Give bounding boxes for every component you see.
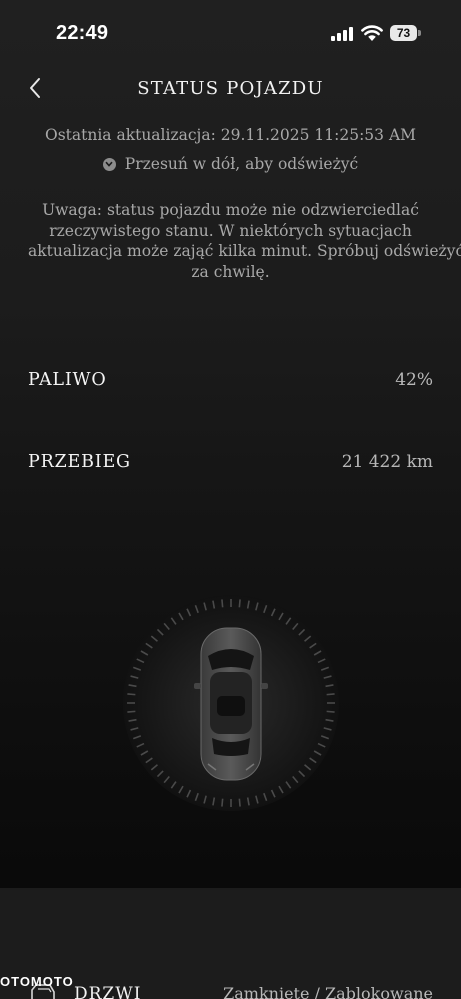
chevron-down-icon [102,157,116,171]
car-top-view-icon [123,595,339,811]
notice-line: rzeczywistego stanu. W niektórych sytuac… [49,221,412,240]
dial-tick [127,710,136,713]
battery-nub [418,30,421,36]
wifi-icon [361,25,383,41]
vehicle-status-screen: 22:49 73 STATUS POJAZDU Ostatnia aktuali… [0,0,461,999]
notice-line: Uwaga: status pojazdu może nie odzwierci… [42,201,419,219]
doors-value: Zamknięte / Zablokowane [223,984,433,999]
status-bar: 22:49 73 [0,0,461,66]
dial-tick [221,798,224,807]
doors-label: DRZWI [74,984,142,999]
mileage-label: PRZEBIEG [28,452,131,472]
mileage-value: 21 422 km [341,452,433,472]
pull-to-refresh-hint: Przesuń w dół, aby odświeżyć [0,155,461,173]
dial-tick [238,798,241,807]
fuel-value: 42% [395,370,433,390]
status-notice: Uwaga: status pojazdu może nie odzwierci… [28,200,461,282]
dial-tick [221,599,224,608]
dial-tick [238,599,241,608]
fuel-row: PALIWO 42% [28,365,433,395]
mileage-row: PRZEBIEG 21 422 km [28,447,433,477]
watermark-logo: OTOMOTO [0,974,74,989]
dial-tick [326,693,335,696]
last-update-timestamp: Ostatnia aktualizacja: 29.11.2025 11:25:… [44,126,417,144]
refresh-hint-text: Przesuń w dół, aby odświeżyć [124,155,359,173]
dial-tick [127,693,136,696]
battery-icon: 73 [390,25,417,41]
signal-icon [331,27,353,41]
status-time: 22:49 [56,22,109,44]
fuel-label: PALIWO [28,370,107,390]
notice-line: aktualizacja może zająć kilka minut. Spr… [28,242,461,260]
dial-tick [326,710,335,713]
page-title: STATUS POJAZDU [137,78,324,99]
notice-line: za chwilę. [191,262,270,281]
